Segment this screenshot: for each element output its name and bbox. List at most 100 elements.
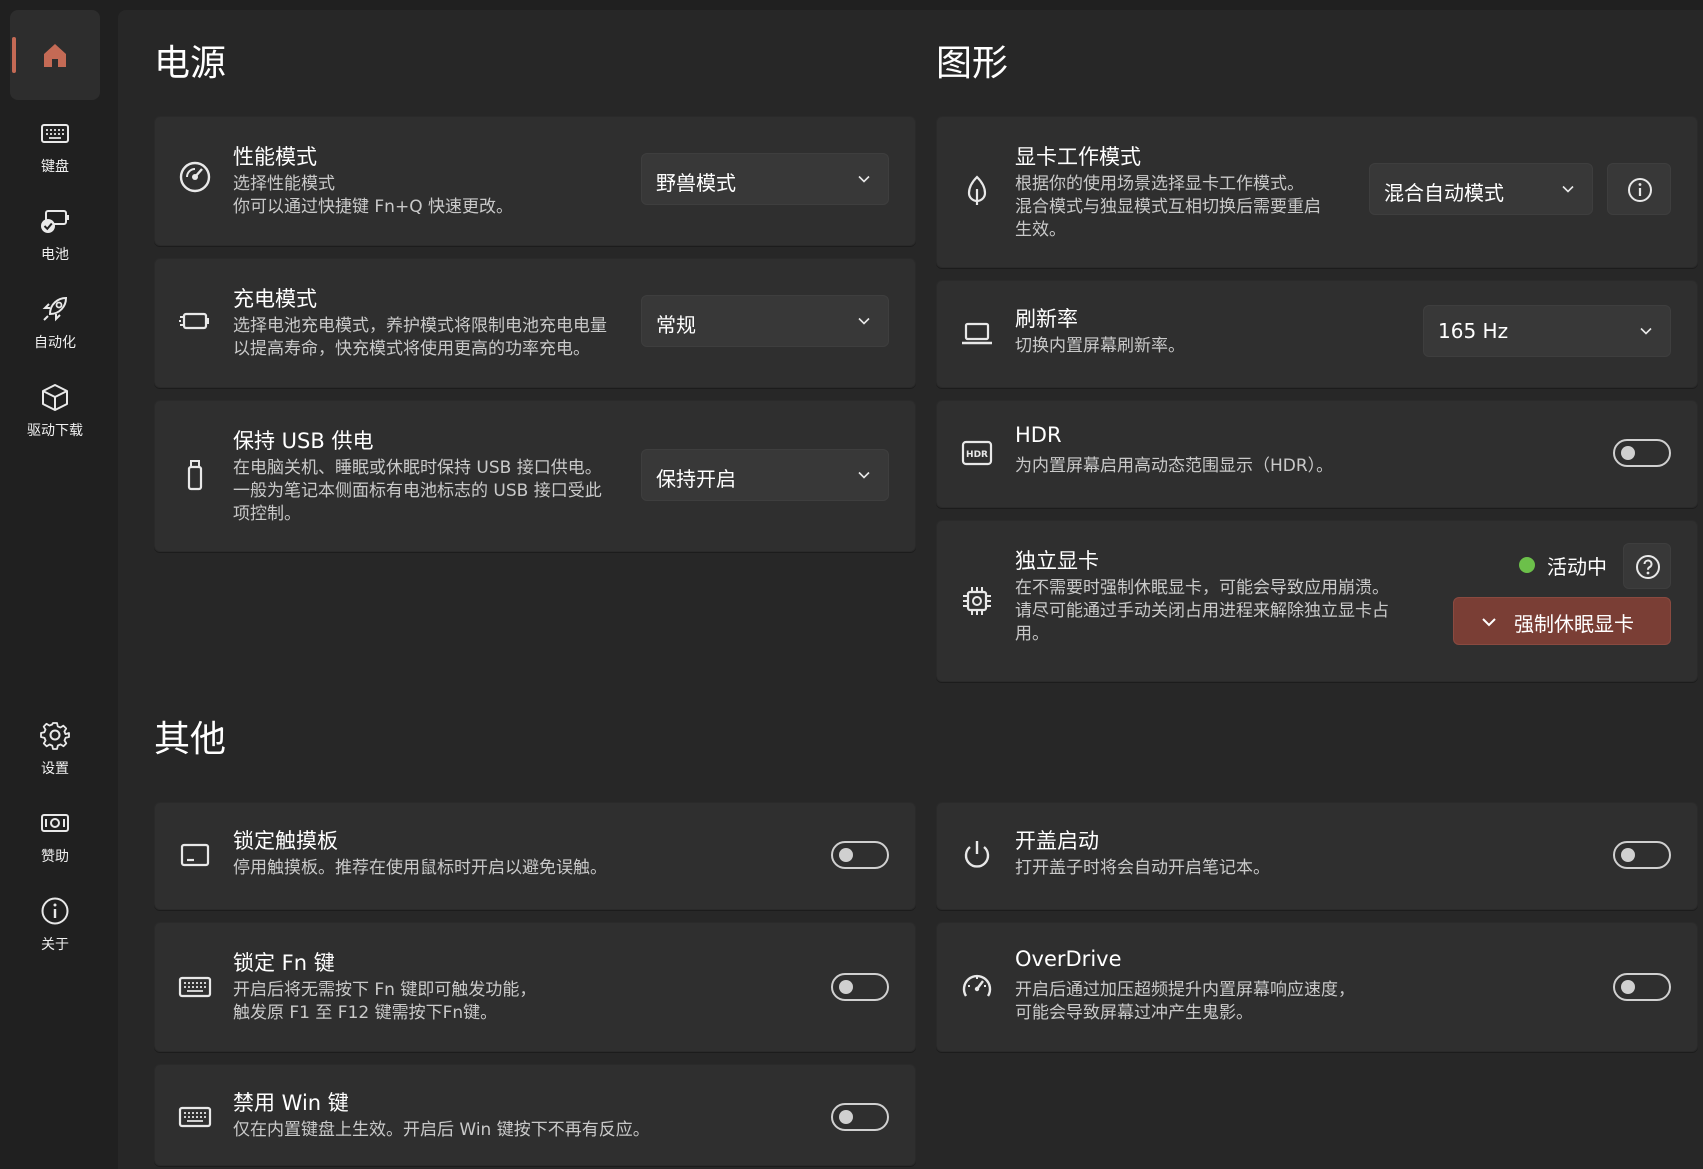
gear-icon [40, 722, 70, 750]
force-sleep-gpu-button[interactable]: 强制休眠显卡 [1453, 597, 1671, 645]
charging-mode-title: 充电模式 [233, 287, 317, 311]
status-indicator-dot [1519, 557, 1535, 573]
chevron-down-icon [858, 471, 870, 479]
sidebar-item-label: 自动化 [34, 335, 76, 351]
gpu-mode-title: 显卡工作模式 [1015, 145, 1141, 169]
chevron-down-icon [1562, 185, 1574, 193]
chevron-down-icon [1482, 618, 1496, 627]
active-indicator [12, 37, 16, 73]
info-icon [1628, 178, 1652, 202]
keyboard-icon [178, 1106, 212, 1128]
gpu-mode-info-button[interactable] [1607, 163, 1671, 215]
touchpad-lock-toggle[interactable] [831, 841, 889, 869]
sidebar-item-drivers[interactable]: 驱动下载 [10, 374, 100, 464]
gpu-mode-card: 显卡工作模式 根据你的使用场景选择显卡工作模式。 混合模式与独显模式互相切换后需… [936, 116, 1698, 268]
refresh-rate-select[interactable]: 165 Hz [1423, 305, 1671, 357]
dgpu-status: 活动中 [1547, 555, 1607, 579]
overdrive-desc: 开启后通过加压超频提升内置屏幕响应速度， 可能会导致屏幕过冲产生鬼影。 [1015, 980, 1355, 1023]
performance-mode-desc: 选择性能模式 你可以通过快捷键 Fn+Q 快速更改。 [233, 174, 513, 217]
dgpu-title: 独立显卡 [1015, 549, 1099, 573]
performance-mode-select[interactable]: 野兽模式 [641, 153, 889, 205]
charging-mode-select[interactable]: 常规 [641, 295, 889, 347]
sidebar-item-battery[interactable]: 电池 [10, 198, 100, 288]
battery-charge-icon [179, 312, 209, 330]
gauge-icon [962, 974, 992, 997]
overdrive-toggle[interactable] [1613, 973, 1671, 1001]
refresh-rate-card: 刷新率 切换内置屏幕刷新率。 165 Hz [936, 280, 1698, 388]
hdr-title: HDR [1015, 423, 1062, 447]
overdrive-card: OverDrive 开启后通过加压超频提升内置屏幕响应速度， 可能会导致屏幕过冲… [936, 922, 1698, 1052]
performance-mode-value: 野兽模式 [656, 171, 736, 195]
lid-boot-title: 开盖启动 [1015, 829, 1099, 853]
toggle-knob [1621, 446, 1635, 460]
rocket-icon [42, 296, 68, 322]
usb-power-desc: 在电脑关机、睡眠或休眠时保持 USB 接口供电。 一般为笔记本侧面标有电池标志的… [233, 458, 602, 524]
refresh-rate-title: 刷新率 [1015, 307, 1078, 331]
sidebar-item-label: 键盘 [41, 159, 69, 175]
chevron-down-icon [858, 175, 870, 183]
sidebar-item-keyboard[interactable]: 键盘 [10, 110, 100, 200]
sidebar-item-about[interactable]: 关于 [10, 888, 100, 978]
hdr-desc: 为内置屏幕启用高动态范围显示（HDR）。 [1015, 456, 1334, 476]
dgpu-card: 独立显卡 在不需要时强制休眠显卡，可能会导致应用崩溃。 请尽可能通过手动关闭占用… [936, 520, 1698, 682]
speedometer-icon [179, 161, 211, 193]
touchpad-lock-card: 锁定触摸板 停用触摸板。推荐在使用鼠标时开启以避免误触。 [154, 802, 916, 910]
sidebar: 键盘 电池 自动化 驱动下载 设置 赞助 关于 [0, 0, 118, 1169]
toggle-knob [839, 1110, 853, 1124]
battery-icon [41, 210, 69, 233]
home-icon [44, 44, 66, 67]
touchpad-lock-title: 锁定触摸板 [233, 829, 338, 853]
toggle-knob [839, 980, 853, 994]
gpu-mode-select[interactable]: 混合自动模式 [1369, 163, 1593, 215]
usb-power-card: 保持 USB 供电 在电脑关机、睡眠或休眠时保持 USB 接口供电。 一般为笔记… [154, 400, 916, 552]
other-section-title: 其他 [154, 719, 227, 760]
gpu-mode-value: 混合自动模式 [1384, 181, 1504, 205]
main-content: 电源 图形 其他 性能模式 选择性能模式 你可以通过快捷键 Fn+Q 快速更改。… [118, 10, 1703, 1169]
sidebar-item-label: 电池 [41, 247, 69, 263]
lid-boot-desc: 打开盖子时将会自动开启笔记本。 [1015, 858, 1270, 878]
win-key-card: 禁用 Win 键 仅在内置键盘上生效。开启后 Win 键按下不再有反应。 [154, 1064, 916, 1166]
info-icon [41, 897, 69, 925]
dgpu-help-button[interactable] [1623, 543, 1671, 589]
fn-lock-toggle[interactable] [831, 973, 889, 1001]
sidebar-item-settings[interactable]: 设置 [10, 712, 100, 802]
sidebar-item-label: 驱动下载 [27, 423, 83, 439]
keyboard-icon [41, 124, 69, 143]
hdr-icon: HDR [961, 440, 993, 466]
sidebar-item-label: 设置 [41, 761, 69, 777]
lid-boot-toggle[interactable] [1613, 841, 1671, 869]
overdrive-title: OverDrive [1015, 947, 1122, 971]
toggle-knob [1621, 848, 1635, 862]
svg-text:HDR: HDR [966, 450, 988, 460]
touchpad-icon [180, 843, 210, 867]
sidebar-item-sponsor[interactable]: 赞助 [10, 800, 100, 890]
gpu-mode-desc: 根据你的使用场景选择显卡工作模式。 混合模式与独显模式互相切换后需要重启 生效。 [1015, 174, 1321, 240]
power-icon [964, 841, 990, 868]
force-sleep-gpu-label: 强制休眠显卡 [1514, 612, 1634, 636]
win-key-toggle[interactable] [831, 1103, 889, 1131]
win-key-desc: 仅在内置键盘上生效。开启后 Win 键按下不再有反应。 [233, 1120, 650, 1140]
sidebar-item-automation[interactable]: 自动化 [10, 286, 100, 376]
usb-icon [187, 460, 203, 491]
lid-boot-card: 开盖启动 打开盖子时将会自动开启笔记本。 [936, 802, 1698, 910]
chevron-down-icon [858, 317, 870, 325]
refresh-rate-desc: 切换内置屏幕刷新率。 [1015, 336, 1185, 356]
sidebar-item-label: 赞助 [41, 849, 69, 865]
hdr-toggle[interactable] [1613, 439, 1671, 467]
sidebar-item-label: 关于 [41, 937, 69, 953]
charging-mode-desc: 选择电池充电模式，养护模式将限制电池充电电量 以提高寿命，快充模式将使用更高的功… [233, 316, 607, 359]
usb-power-title: 保持 USB 供电 [233, 429, 374, 453]
chip-icon [963, 587, 991, 615]
charging-mode-card: 充电模式 选择电池充电模式，养护模式将限制电池充电电量 以提高寿命，快充模式将使… [154, 258, 916, 388]
usb-power-select[interactable]: 保持开启 [641, 449, 889, 501]
sidebar-item-home[interactable] [10, 10, 100, 100]
help-icon [1636, 555, 1660, 579]
performance-mode-title: 性能模式 [233, 145, 317, 169]
graphics-section-title: 图形 [936, 43, 1009, 84]
touchpad-lock-desc: 停用触摸板。推荐在使用鼠标时开启以避免误触。 [233, 858, 607, 878]
keyboard-icon [178, 976, 212, 998]
refresh-rate-value: 165 Hz [1438, 319, 1509, 343]
usb-power-value: 保持开启 [656, 467, 736, 491]
package-icon [42, 384, 68, 411]
gpu-mode-icon [967, 175, 987, 205]
